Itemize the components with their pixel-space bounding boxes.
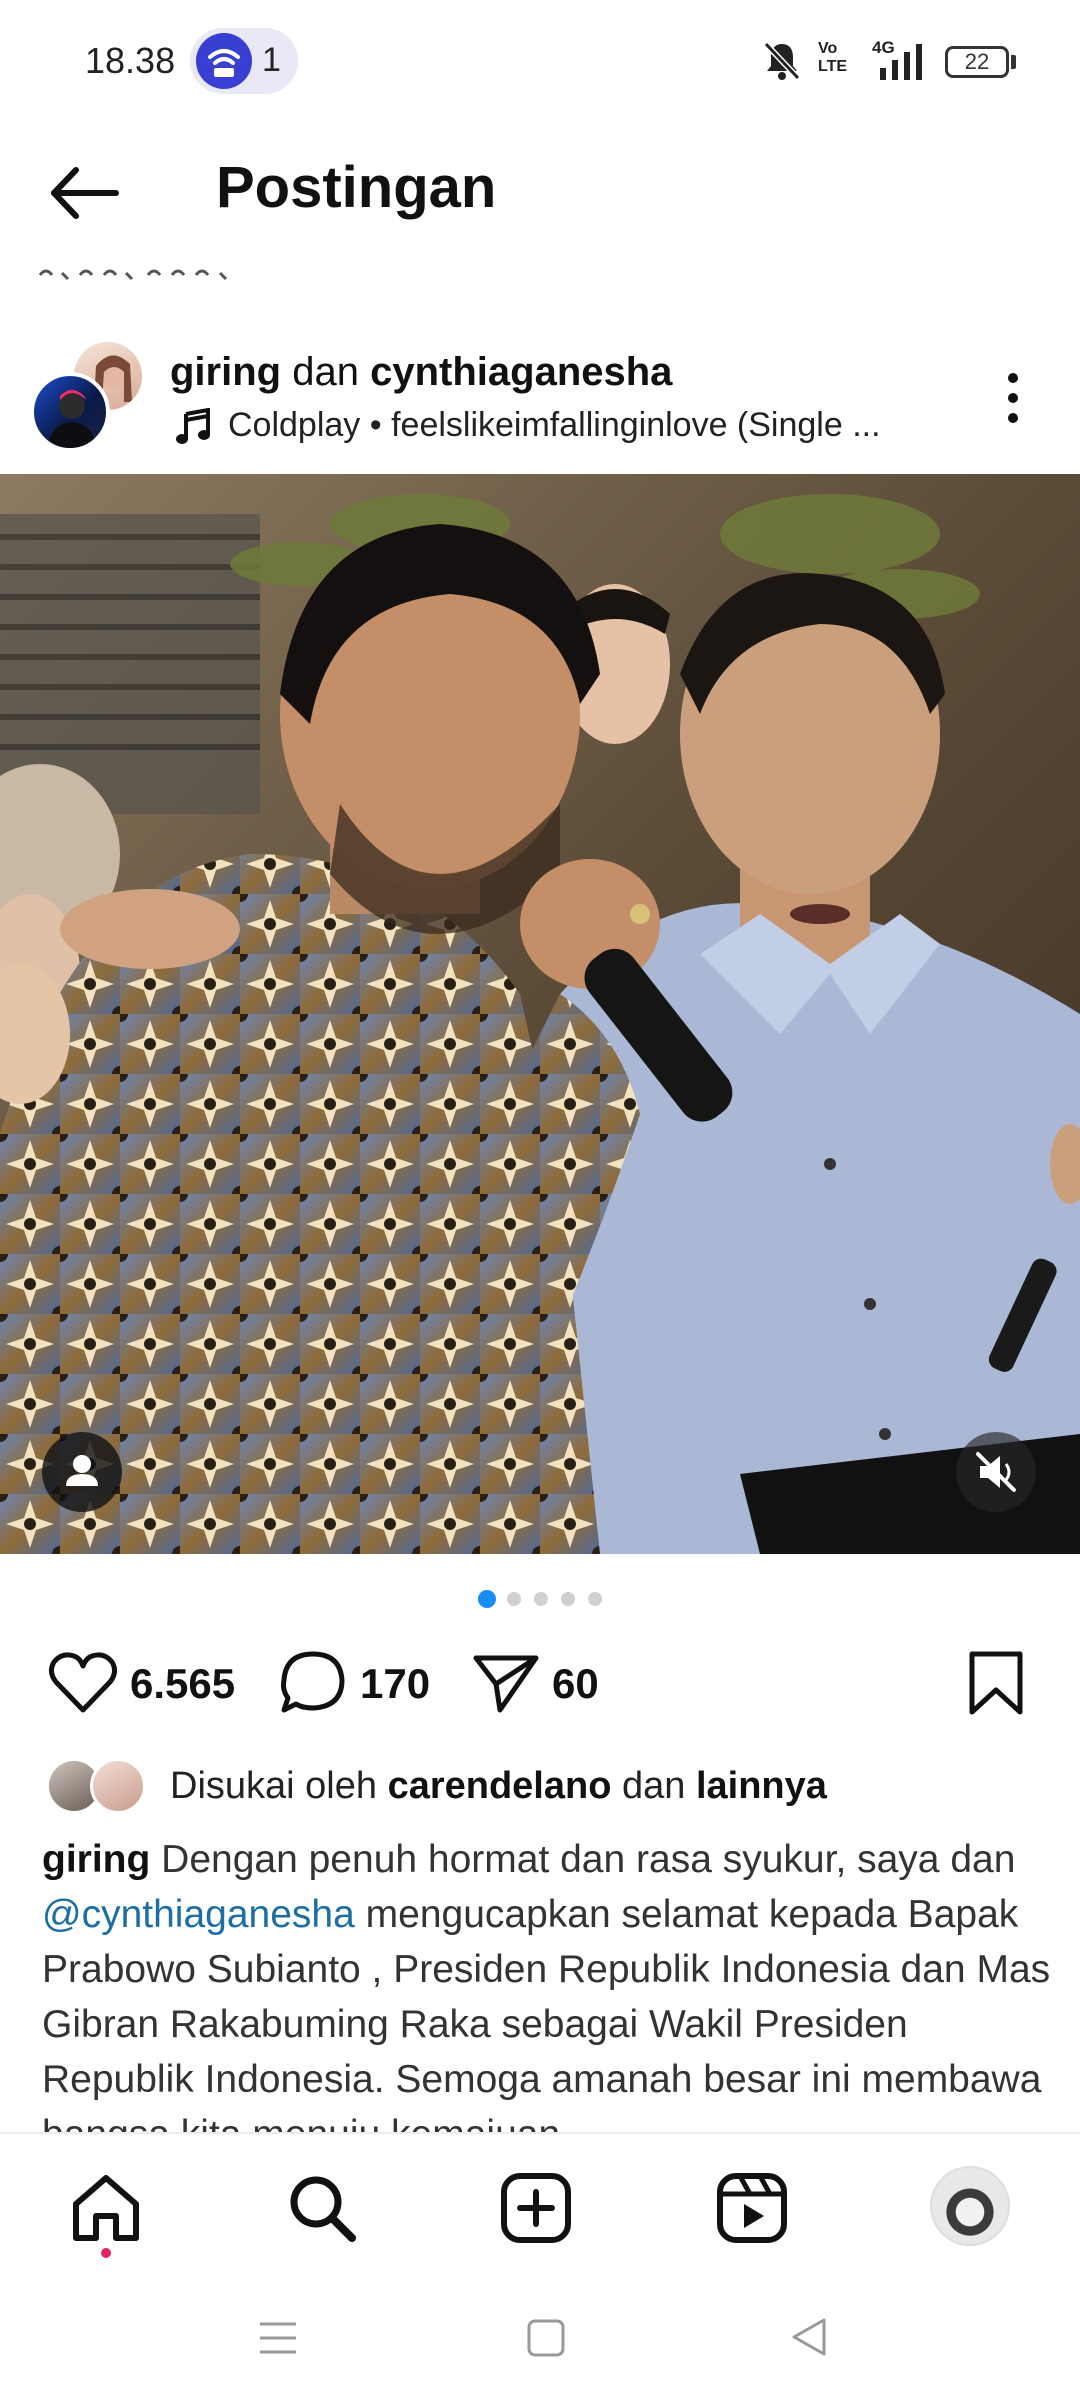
battery-tip xyxy=(1011,55,1016,69)
more-options-icon[interactable] xyxy=(998,370,1028,426)
post-caption[interactable]: giring Dengan penuh hormat dan rasa syuk… xyxy=(42,1832,1052,2132)
search-icon[interactable] xyxy=(284,2172,360,2244)
liked-by-user[interactable]: carendelano xyxy=(388,1765,612,1807)
heart-icon[interactable] xyxy=(46,1648,120,1718)
hotspot-count: 1 xyxy=(262,41,281,79)
back-arrow-icon[interactable] xyxy=(46,158,122,228)
system-navigation xyxy=(0,2284,1080,2400)
tag-people-icon[interactable] xyxy=(42,1432,122,1512)
post-photo[interactable] xyxy=(0,474,1080,1554)
system-back-icon[interactable] xyxy=(786,2314,830,2360)
liked-by-prefix: Disukai oleh xyxy=(170,1765,377,1807)
comment-count[interactable]: 170 xyxy=(360,1660,430,1708)
bell-muted-icon xyxy=(763,41,801,81)
page-title: Postingan xyxy=(216,155,497,220)
status-bar: 18.38 1 Vo LTE 4G 22 xyxy=(0,0,1080,125)
carousel-indicator xyxy=(478,1590,618,1610)
hotspot-indicator[interactable]: 1 xyxy=(190,28,298,94)
carousel-dot xyxy=(588,1592,602,1606)
bookmark-icon[interactable] xyxy=(966,1648,1026,1718)
carousel-dot-active xyxy=(478,1590,496,1608)
like-count[interactable]: 6.565 xyxy=(130,1660,235,1708)
reels-icon[interactable] xyxy=(714,2172,790,2244)
caption-mention[interactable]: @cynthiaganesha xyxy=(42,1893,355,1936)
author-avatar[interactable] xyxy=(30,372,110,452)
liker-avatar[interactable] xyxy=(90,1758,146,1814)
create-post-icon[interactable] xyxy=(498,2172,574,2244)
battery-level: 22 xyxy=(964,49,990,74)
battery-icon: 22 xyxy=(945,46,1009,78)
previous-post-remnant xyxy=(0,255,1080,281)
bottom-navigation xyxy=(0,2132,1080,2286)
author-primary[interactable]: giring xyxy=(170,350,281,394)
hotspot-icon xyxy=(196,33,252,89)
recent-apps-icon[interactable] xyxy=(256,2316,300,2360)
profile-avatar[interactable] xyxy=(930,2166,1010,2246)
share-count[interactable]: 60 xyxy=(552,1660,599,1708)
comment-icon[interactable] xyxy=(276,1648,350,1718)
liked-by-others[interactable]: lainnya xyxy=(696,1765,827,1807)
status-time: 18.38 xyxy=(85,40,176,81)
volte-label: Vo LTE xyxy=(818,40,848,75)
carousel-dot xyxy=(507,1592,521,1606)
home-icon[interactable] xyxy=(68,2172,144,2244)
system-home-icon[interactable] xyxy=(524,2316,568,2360)
carousel-dot xyxy=(561,1592,575,1606)
caption-text: Dengan penuh hormat dan rasa syukur, say… xyxy=(161,1838,1016,1881)
carousel-dot xyxy=(534,1592,548,1606)
author-connector: dan xyxy=(292,350,359,394)
notification-dot xyxy=(101,2248,111,2258)
liked-by-connector: dan xyxy=(622,1765,686,1807)
post-audio-track[interactable]: Coldplay • feelslikeimfallinginlove (Sin… xyxy=(228,406,928,445)
music-note-icon xyxy=(176,408,210,444)
volte-icon: Vo LTE xyxy=(818,40,858,76)
liked-by-text[interactable]: Disukai oleh carendelano dan lainnya xyxy=(170,1765,827,1808)
author-secondary[interactable]: cynthiaganesha xyxy=(370,350,672,394)
speaker-muted-icon[interactable] xyxy=(956,1432,1036,1512)
caption-username[interactable]: giring xyxy=(42,1838,150,1881)
signal-icon: 4G xyxy=(870,38,940,82)
paper-plane-icon[interactable] xyxy=(470,1648,542,1718)
post-authors[interactable]: giring dan cynthiaganesha xyxy=(170,350,672,395)
